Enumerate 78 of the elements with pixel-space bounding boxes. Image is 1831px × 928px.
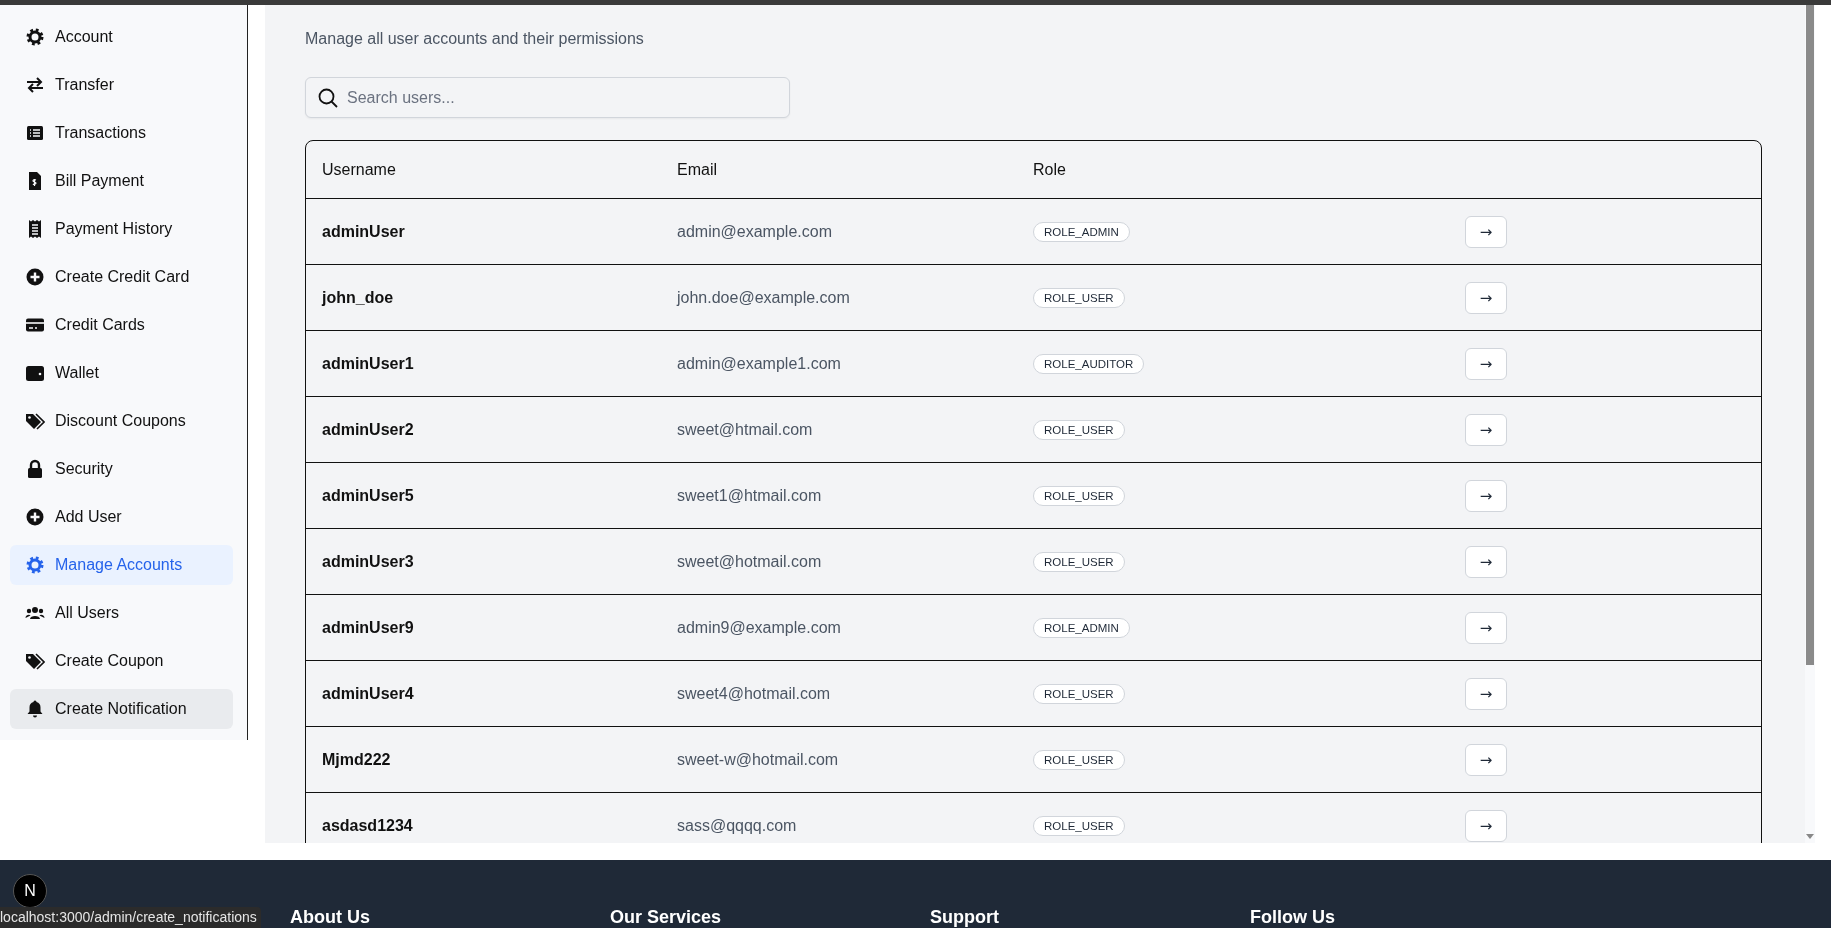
open-user-button[interactable]: → <box>1465 743 1507 776</box>
open-user-button[interactable]: → <box>1465 281 1507 314</box>
email-cell-text: john.doe@example.com <box>677 288 851 307</box>
plus-circle-icon <box>25 267 45 287</box>
gear-icon <box>25 555 45 575</box>
email-cell-text: sweet4@hotmail.com <box>677 684 832 703</box>
sidebar-item[interactable]: Discount Coupons <box>10 401 233 441</box>
username-cell-text: adminUser1 <box>322 354 415 373</box>
role-badge: ROLE_USER <box>1033 749 1125 770</box>
sidebar-item[interactable]: Transactions <box>10 113 233 153</box>
sidebar-item[interactable]: Credit Cards <box>10 305 233 345</box>
plus-circle-icon <box>25 507 45 527</box>
sidebar-item[interactable]: Add User <box>10 497 233 537</box>
arrows-icon <box>25 75 45 95</box>
username-cell-text: asdasd1234 <box>322 816 414 835</box>
tags-icon <box>25 651 45 671</box>
search-field[interactable]: Search users... <box>305 77 790 118</box>
role-badge: ROLE_ADMIN <box>1033 221 1130 242</box>
footer-heading: Our Services <box>610 907 723 927</box>
footer-heading: Follow Us <box>1250 907 1336 927</box>
email-cell-text: sweet-w@hotmail.com <box>677 750 840 769</box>
footer-heading: About Us <box>290 907 371 927</box>
username-cell-text: adminUser4 <box>322 684 415 703</box>
role-badge: ROLE_USER <box>1033 419 1125 440</box>
open-user-button[interactable]: → <box>1465 677 1507 710</box>
open-user-button[interactable]: → <box>1465 347 1507 380</box>
lock-icon <box>25 459 45 479</box>
column-header: Username <box>322 160 397 179</box>
open-user-button[interactable]: → <box>1465 809 1507 842</box>
open-user-button[interactable]: → <box>1465 611 1507 644</box>
sidebar-item[interactable]: Transfer <box>10 65 233 105</box>
role-badge: ROLE_USER <box>1033 485 1125 506</box>
scrollbar[interactable] <box>1805 5 1815 843</box>
sidebar-item[interactable]: Bill Payment <box>10 161 233 201</box>
username-cell-text: adminUser9 <box>322 618 415 637</box>
sidebar-item[interactable]: Create Notification <box>10 689 233 729</box>
wallet-icon <box>25 363 45 383</box>
username-cell-text: adminUser3 <box>322 552 415 571</box>
sidebar-item[interactable]: All Users <box>10 593 233 633</box>
email-cell-text: sweet@htmail.com <box>677 420 814 439</box>
sidebar-item[interactable]: Manage Accounts <box>10 545 233 585</box>
sidebar-item[interactable]: Wallet <box>10 353 233 393</box>
username-cell-text: adminUser2 <box>322 420 415 439</box>
bell-icon <box>25 699 45 719</box>
gear-icon <box>25 27 45 47</box>
column-header: Role <box>1033 160 1067 179</box>
url-tooltip: localhost:3000/admin/create_notifications <box>0 907 261 928</box>
email-cell-text: sweet@hotmail.com <box>677 552 823 571</box>
sidebar-item[interactable]: Payment History <box>10 209 233 249</box>
role-badge: ROLE_AUDITOR <box>1033 353 1145 374</box>
sidebar-item[interactable]: Create Credit Card <box>10 257 233 297</box>
role-badge: ROLE_ADMIN <box>1033 617 1130 638</box>
username-cell-text: Mjmd222 <box>322 750 392 769</box>
role-badge: ROLE_USER <box>1033 287 1125 308</box>
username-cell-text: john_doe <box>322 288 395 307</box>
username-cell-text: adminUser <box>322 222 406 241</box>
list-icon <box>25 123 45 143</box>
open-user-button[interactable]: → <box>1465 413 1507 446</box>
email-cell-text: admin9@example.com <box>677 618 842 637</box>
sidebar-item[interactable]: Create Coupon <box>10 641 233 681</box>
username-cell-text: adminUser5 <box>322 486 415 505</box>
open-user-button[interactable]: → <box>1465 479 1507 512</box>
search-icon <box>317 87 339 109</box>
role-badge: ROLE_USER <box>1033 551 1125 572</box>
sidebar-item[interactable]: Account <box>10 17 233 57</box>
page-subtitle: Manage all user accounts and their permissions <box>305 30 645 48</box>
role-badge: ROLE_USER <box>1033 815 1125 836</box>
open-user-button[interactable]: → <box>1465 215 1507 248</box>
tags-icon <box>25 411 45 431</box>
email-cell-text: admin@example.com <box>677 222 833 241</box>
column-header: Email <box>677 160 718 179</box>
open-user-button[interactable]: → <box>1465 545 1507 578</box>
role-badge: ROLE_USER <box>1033 683 1125 704</box>
sidebar-item[interactable]: Security <box>10 449 233 489</box>
footer-heading: Support <box>930 907 1000 927</box>
email-cell-text: admin@example1.com <box>677 354 842 373</box>
email-cell-text: sass@qqqq.com <box>677 816 798 835</box>
email-cell-text: sweet1@htmail.com <box>677 486 823 505</box>
